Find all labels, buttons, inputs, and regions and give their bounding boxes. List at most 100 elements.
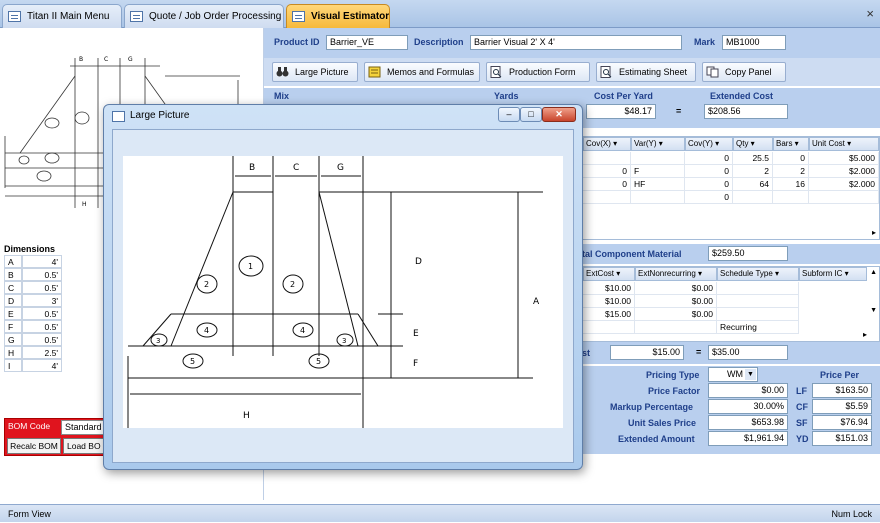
comp-cell[interactable]: $15.00 [583, 308, 635, 321]
grid-cell[interactable] [631, 152, 685, 165]
comp-cell[interactable] [583, 321, 635, 334]
grid-cell[interactable] [733, 191, 773, 204]
grid-cell[interactable] [809, 191, 879, 204]
large-picture-button[interactable]: Large Picture [272, 62, 358, 82]
cost-value-field[interactable]: $15.00 [610, 345, 684, 360]
minimize-button[interactable]: – [498, 107, 520, 122]
description-field[interactable]: Barrier Visual 2' X 4' [470, 35, 682, 50]
grid-cell[interactable]: $2.000 [809, 178, 879, 191]
comp-cell[interactable]: $10.00 [583, 295, 635, 308]
comp-cell[interactable]: $10.00 [583, 282, 635, 295]
close-button[interactable]: ✕ [542, 107, 576, 122]
grid-cell[interactable]: 0 [685, 191, 733, 204]
cost-per-yard-label: Cost Per Yard [594, 91, 653, 101]
price-per-sf-field[interactable]: $76.94 [812, 415, 872, 430]
scroll-down-arrow[interactable]: ▼ [870, 307, 877, 314]
col-qty[interactable]: Qty ▾ [733, 137, 773, 151]
tab-quote-job-order[interactable]: Quote / Job Order Processing [124, 4, 284, 28]
form-icon [8, 11, 21, 22]
dim-value-b[interactable]: 0.5' [22, 268, 62, 281]
price-per-lf-field[interactable]: $163.50 [812, 383, 872, 398]
tab-visual-estimator[interactable]: Visual Estimator [286, 4, 390, 28]
col-var-y[interactable]: Var(Y) ▾ [631, 137, 685, 151]
comp-cell[interactable]: Recurring [717, 321, 799, 334]
dim-key-h: H [4, 346, 22, 359]
col-subform[interactable]: Subform IC ▾ [799, 267, 867, 281]
price-per-yd-field[interactable]: $151.03 [812, 431, 872, 446]
load-bom-button[interactable]: Load BO [63, 438, 107, 454]
mark-field[interactable]: MB1000 [722, 35, 786, 50]
grid-cell[interactable]: 0 [583, 178, 631, 191]
unit-sales-field[interactable]: $653.98 [708, 415, 788, 430]
grid-cell[interactable]: 25.5 [733, 152, 773, 165]
comp-cell[interactable] [717, 295, 799, 308]
cost-per-yard-field[interactable]: $48.17 [586, 104, 656, 119]
price-per-cf-field[interactable]: $5.59 [812, 399, 872, 414]
chevron-down-icon[interactable]: ▼ [745, 369, 756, 380]
dim-value-e[interactable]: 0.5' [22, 307, 62, 320]
grid-cell[interactable]: 16 [773, 178, 809, 191]
markup-field[interactable]: 30.00% [708, 399, 788, 414]
grid-cell[interactable]: 0 [685, 178, 733, 191]
scroll-up-arrow[interactable]: ▲ [870, 269, 877, 276]
bom-code-field[interactable]: Standard [61, 420, 107, 435]
dim-value-a[interactable]: 4' [22, 255, 62, 268]
grid-cell[interactable]: 0 [685, 152, 733, 165]
grid-cell[interactable]: $2.000 [809, 165, 879, 178]
grid-cell[interactable]: 0 [685, 165, 733, 178]
dim-value-g[interactable]: 0.5' [22, 333, 62, 346]
scroll-right-arrow[interactable]: ▸ [872, 228, 876, 237]
dim-value-h[interactable]: 2.5' [22, 346, 62, 359]
production-form-button[interactable]: Production Form [486, 62, 590, 82]
grid-cell[interactable]: 64 [733, 178, 773, 191]
col-schedule-type[interactable]: Schedule Type ▾ [717, 267, 799, 281]
total-component-label: tal Component Material [582, 249, 682, 259]
dim-value-c[interactable]: 0.5' [22, 281, 62, 294]
markup-label: Markup Percentage [610, 402, 694, 412]
grid-cell[interactable]: 2 [773, 165, 809, 178]
extended-cost-field[interactable]: $208.56 [704, 104, 788, 119]
dim-value-i[interactable]: 4' [22, 359, 62, 372]
total-component-field[interactable]: $259.50 [708, 246, 788, 261]
part-3-right: 3 [342, 337, 346, 345]
grid-cell[interactable] [583, 191, 631, 204]
copy-panel-button[interactable]: Copy Panel [702, 62, 786, 82]
col-bars[interactable]: Bars ▾ [773, 137, 809, 151]
scroll-right-arrow[interactable]: ▸ [863, 330, 867, 339]
estimating-sheet-button[interactable]: Estimating Sheet [596, 62, 696, 82]
comp-cell[interactable]: $0.00 [635, 308, 717, 321]
grid-cell[interactable]: F [631, 165, 685, 178]
grid-cell[interactable] [631, 191, 685, 204]
comp-cell[interactable] [717, 308, 799, 321]
dim-value-d[interactable]: 3' [22, 294, 62, 307]
grid-cell[interactable]: HF [631, 178, 685, 191]
recalc-bom-button[interactable]: Recalc BOM [7, 438, 61, 454]
tab-titan-main-menu[interactable]: Titan II Main Menu [2, 4, 122, 28]
comp-cell[interactable] [717, 282, 799, 295]
memos-formulas-button[interactable]: Memos and Formulas [364, 62, 480, 82]
grid-cell[interactable] [773, 191, 809, 204]
comp-cell[interactable]: $0.00 [635, 295, 717, 308]
grid-cell[interactable]: 2 [733, 165, 773, 178]
grid-cell[interactable]: 0 [583, 165, 631, 178]
price-factor-field[interactable]: $0.00 [708, 383, 788, 398]
col-unit-cost[interactable]: Unit Cost ▾ [809, 137, 879, 151]
price-factor-label: Price Factor [648, 386, 701, 396]
grid-cell[interactable]: 0 [773, 152, 809, 165]
grid-cell[interactable] [583, 152, 631, 165]
close-tab-icon[interactable]: × [866, 6, 874, 21]
product-id-field[interactable]: Barrier_VE [326, 35, 408, 50]
col-cov-y[interactable]: Cov(Y) ▾ [685, 137, 733, 151]
extended-amount-field[interactable]: $1,961.94 [708, 431, 788, 446]
comp-cell[interactable]: $0.00 [635, 282, 717, 295]
pricing-type-select[interactable]: WM ▼ [708, 367, 758, 382]
dim-value-f[interactable]: 0.5' [22, 320, 62, 333]
col-extcost[interactable]: ExtCost ▾ [583, 267, 635, 281]
col-extnonrecurring[interactable]: ExtNonrecurring ▾ [635, 267, 717, 281]
part-2-right: 2 [290, 280, 295, 289]
col-cov-x[interactable]: Cov(X) ▾ [583, 137, 631, 151]
comp-cell[interactable] [635, 321, 717, 334]
grid-cell[interactable]: $5.000 [809, 152, 879, 165]
maximize-button[interactable]: □ [520, 107, 542, 122]
cost-total-field[interactable]: $35.00 [708, 345, 788, 360]
